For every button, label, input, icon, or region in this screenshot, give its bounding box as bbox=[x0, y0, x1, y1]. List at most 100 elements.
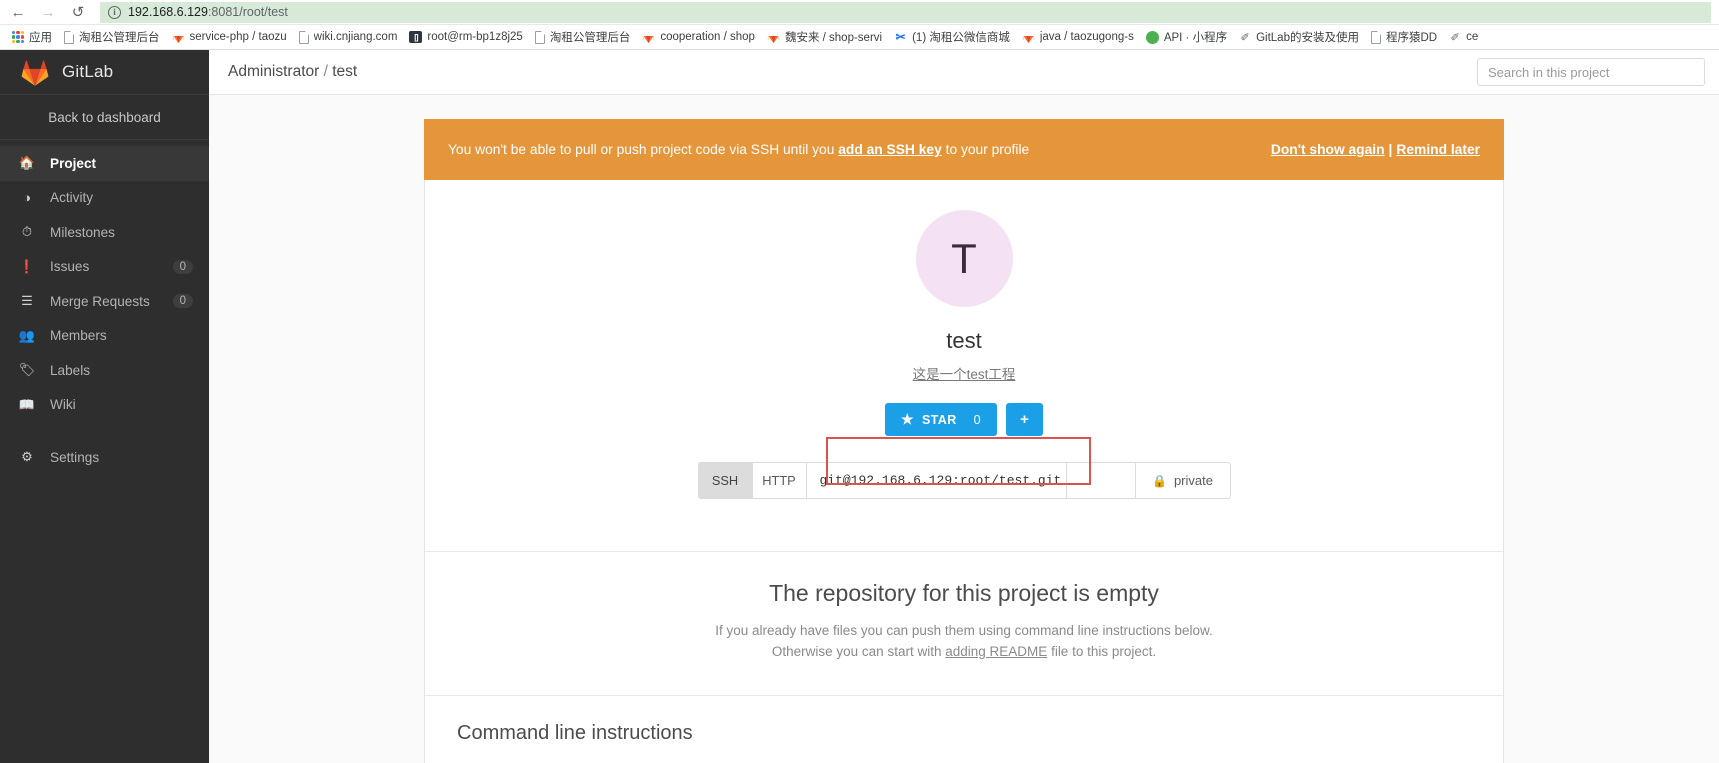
empty-repository-line-2: Otherwise you can start with adding READ… bbox=[425, 642, 1503, 663]
wechat-icon bbox=[1145, 30, 1159, 44]
bookmark-item[interactable]: API · 小程序 bbox=[1140, 27, 1233, 48]
clone-row: SSH HTTP git@192.168.6.129:root/test.git bbox=[425, 437, 1503, 529]
star-button[interactable]: ★ STAR 0 bbox=[884, 403, 997, 436]
sidebar-item-label: Merge Requests bbox=[50, 293, 150, 309]
bookmark-label: ce bbox=[1466, 31, 1479, 43]
remind-later-link[interactable]: Remind later bbox=[1396, 142, 1480, 157]
merge-icon: ☰ bbox=[21, 293, 33, 309]
merge-requests-count-badge: 0 bbox=[172, 294, 193, 309]
avatar: T bbox=[915, 210, 1013, 307]
protocol-http-label: HTTP bbox=[762, 473, 796, 488]
bookmark-label: cooperation / shop bbox=[660, 31, 755, 43]
project-description-text: 这是一个test工程 bbox=[912, 367, 1016, 382]
project-actions: ★ STAR 0 + bbox=[425, 403, 1503, 436]
clone-url-input[interactable]: git@192.168.6.129:root/test.git bbox=[807, 463, 1067, 498]
clone-url-value: git@192.168.6.129:root/test.git bbox=[819, 473, 1062, 488]
alert-actions: Don't show again | Remind later bbox=[1271, 142, 1480, 157]
gitlab-fox-icon bbox=[21, 60, 49, 86]
sidebar-item-label: Issues bbox=[50, 259, 90, 275]
forward-icon[interactable]: → bbox=[38, 2, 58, 22]
bookmark-label: root@rm-bp1z8j25 bbox=[427, 31, 523, 43]
command-line-title: Command line instructions bbox=[457, 721, 693, 744]
sidebar-logo-text: GitLab bbox=[62, 62, 114, 81]
project-header: T test 这是一个test工程 ★ STAR 0 + SSH HTTP gi… bbox=[425, 180, 1503, 551]
lock-icon: 🔒 bbox=[1152, 473, 1167, 488]
bookmark-item[interactable]: wiki.cnjiang.com bbox=[293, 27, 404, 48]
address-bar[interactable]: i 192.168.6.129:8081/root/test bbox=[100, 1, 1711, 23]
ssh-key-alert-banner: You won't be able to pull or push projec… bbox=[424, 119, 1504, 180]
bookmark-label: 淘租公管理后台 bbox=[549, 32, 631, 44]
reload-icon[interactable]: ↺ bbox=[68, 2, 88, 22]
alert-text-after: to your profile bbox=[945, 142, 1030, 157]
bookmark-item[interactable]: ✐ GitLab的安装及使用 bbox=[1233, 27, 1365, 48]
content-area: You won't be able to pull or push projec… bbox=[209, 95, 1719, 763]
document-icon bbox=[64, 30, 74, 44]
plus-icon: + bbox=[1020, 411, 1029, 428]
sidebar-item-activity[interactable]: ◑ Activity bbox=[0, 181, 209, 216]
project-panel: T test 这是一个test工程 ★ STAR 0 + SSH HTTP gi… bbox=[424, 180, 1504, 763]
bookmark-item[interactable]: 淘租公管理后台 bbox=[58, 27, 166, 48]
search-input[interactable]: Search in this project bbox=[1477, 58, 1705, 86]
add-button[interactable]: + bbox=[1006, 403, 1043, 436]
sidebar-item-settings[interactable]: ⚙ Settings bbox=[0, 440, 209, 475]
url-host: 192.168.6.129 bbox=[128, 5, 208, 19]
bookmark-item[interactable]: 魏安来 / shop-servi bbox=[761, 27, 888, 48]
avatar-letter: T bbox=[951, 234, 977, 282]
sidebar-item-members[interactable]: 👥 Members bbox=[0, 319, 209, 354]
sidebar-item-label: Milestones bbox=[50, 224, 115, 240]
breadcrumb: Administrator / test bbox=[228, 63, 357, 81]
clone-annotation-wrapper: SSH HTTP git@192.168.6.129:root/test.git bbox=[697, 437, 1231, 499]
sidebar-logo[interactable]: GitLab bbox=[0, 50, 209, 95]
gitlab-fox-icon bbox=[642, 31, 655, 44]
center-column: You won't be able to pull or push projec… bbox=[424, 119, 1504, 763]
sidebar-item-wiki[interactable]: 📖 Wiki bbox=[0, 388, 209, 423]
bookmark-label: API · 小程序 bbox=[1163, 32, 1228, 44]
bookmark-label: 程序猿DD bbox=[1385, 32, 1438, 44]
sidebar-item-issues[interactable]: ❗ Issues 0 bbox=[0, 250, 209, 285]
sidebar-item-merge-requests[interactable]: ☰ Merge Requests 0 bbox=[0, 284, 209, 319]
scissors-icon: ✂ bbox=[895, 30, 906, 44]
bookmark-item[interactable]: cooperation / shop bbox=[636, 27, 761, 48]
dont-show-again-link[interactable]: Don't show again bbox=[1271, 142, 1385, 157]
bookmark-item[interactable]: java / taozugong-s bbox=[1016, 27, 1140, 48]
apps-grid-icon bbox=[12, 31, 24, 43]
sidebar-divider bbox=[0, 422, 209, 440]
document-icon bbox=[298, 30, 309, 44]
back-to-dashboard-label: Back to dashboard bbox=[48, 109, 161, 125]
gear-icon: ⚙ bbox=[21, 449, 33, 465]
sidebar-item-milestones[interactable]: ⏱ Milestones bbox=[0, 215, 209, 250]
browser-toolbar: ← → ↺ i 192.168.6.129:8081/root/test bbox=[0, 0, 1719, 25]
bookmark-apps[interactable]: 应用 bbox=[6, 27, 58, 48]
exclamation-icon: ❗ bbox=[18, 258, 36, 274]
main-area: Administrator / test Search in this proj… bbox=[209, 50, 1719, 763]
bookmark-item[interactable]: ✂ (1) 淘租公微信商城 bbox=[888, 27, 1016, 48]
add-ssh-key-link[interactable]: add an SSH key bbox=[838, 142, 942, 157]
protocol-http-button[interactable]: HTTP bbox=[752, 463, 807, 498]
empty-line2-after: file to this project. bbox=[1051, 643, 1157, 659]
tag-icon: 🏷 bbox=[18, 362, 36, 378]
book-icon: 📖 bbox=[18, 396, 36, 412]
pen-icon: ✐ bbox=[1240, 31, 1250, 44]
breadcrumb-project[interactable]: test bbox=[332, 63, 357, 80]
bookmark-item[interactable]: 淘租公管理后台 bbox=[529, 27, 637, 48]
clock-icon: ⏱ bbox=[21, 224, 33, 240]
bookmark-item[interactable]: service-php / taozu bbox=[166, 27, 293, 48]
breadcrumb-owner[interactable]: Administrator bbox=[228, 63, 319, 80]
search-placeholder: Search in this project bbox=[1488, 64, 1610, 80]
sidebar-item-project[interactable]: 🏠 Project bbox=[0, 146, 209, 181]
bookmark-item[interactable]: 程序猿DD bbox=[1365, 27, 1443, 48]
bookmark-item[interactable]: ✐ ce bbox=[1443, 27, 1484, 48]
back-to-dashboard-link[interactable]: Back to dashboard bbox=[0, 95, 209, 140]
gitlab-fox-icon bbox=[1022, 31, 1035, 44]
visibility-label: private bbox=[1173, 473, 1213, 488]
adding-readme-link[interactable]: adding README bbox=[945, 644, 1047, 659]
gitlab-fox-icon bbox=[767, 31, 780, 44]
back-icon[interactable]: ← bbox=[8, 2, 28, 22]
sidebar-item-labels[interactable]: 🏷 Labels bbox=[0, 353, 209, 388]
command-line-instructions-section: Command line instructions Git global set… bbox=[425, 694, 1503, 763]
protocol-ssh-button[interactable]: SSH bbox=[698, 463, 753, 498]
site-info-icon[interactable]: i bbox=[108, 5, 121, 19]
clone-copy-slot[interactable] bbox=[1067, 463, 1136, 498]
bookmark-item[interactable]: [] root@rm-bp1z8j25 bbox=[403, 27, 528, 48]
bookmark-label: 应用 bbox=[29, 32, 52, 44]
